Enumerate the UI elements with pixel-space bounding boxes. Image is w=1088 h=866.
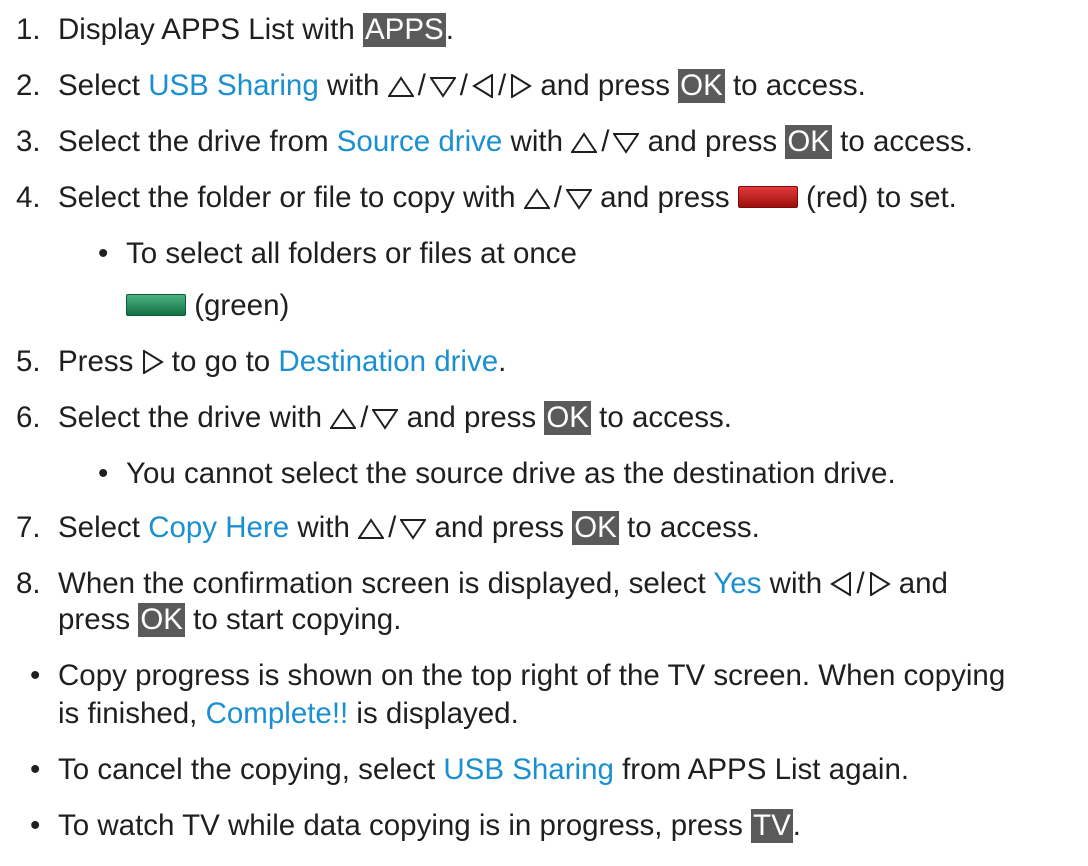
step-text: to access. — [724, 69, 866, 102]
up-arrow-icon — [358, 518, 385, 539]
step-text: with — [289, 511, 359, 544]
separator: / — [388, 511, 397, 544]
subitem-text: You cannot select the source drive as th… — [126, 457, 896, 490]
step-text: with — [318, 69, 388, 102]
right-arrow-icon — [869, 572, 891, 596]
separator: / — [553, 181, 562, 214]
step-text: and press — [426, 511, 573, 544]
complete-link: Complete!! — [205, 697, 349, 730]
note-text: To cancel the copying, select — [58, 753, 444, 786]
step-number: 6. — [16, 401, 41, 434]
step-text: Select — [58, 69, 149, 102]
destination-drive-link: Destination drive — [278, 345, 499, 378]
source-drive-link: Source drive — [336, 125, 503, 158]
usb-sharing-link: USB Sharing — [443, 753, 614, 786]
manual-page: 1. Display APPS List with APPS. 2. Selec… — [0, 0, 1088, 866]
note-text: Copy progress is shown on the top right … — [58, 659, 1006, 692]
step-text: Select the folder or file to copy with — [58, 181, 524, 214]
down-arrow-icon — [400, 519, 427, 540]
up-arrow-icon — [523, 188, 550, 209]
bullet: • — [30, 753, 41, 786]
step-text: Select the drive from — [58, 125, 337, 158]
step-text: with — [502, 125, 572, 158]
ok-key: OK — [544, 401, 591, 435]
down-arrow-icon — [372, 409, 399, 430]
up-arrow-icon — [571, 132, 598, 153]
step-text: to access. — [590, 401, 732, 434]
green-button-icon — [126, 294, 186, 316]
step-text: Press — [58, 345, 142, 378]
apps-key: APPS — [362, 13, 446, 47]
green-label: (green) — [186, 289, 290, 322]
note-text: To watch TV while data copying is in pro… — [58, 809, 752, 842]
step-text: and press — [591, 181, 738, 214]
separator: / — [360, 401, 369, 434]
step-text: and press — [398, 401, 545, 434]
ok-key: OK — [678, 69, 725, 103]
separator: / — [459, 69, 468, 102]
step-text-end: . — [445, 13, 454, 46]
down-arrow-icon — [429, 77, 456, 98]
step-text: to start copying. — [184, 603, 402, 636]
bullet: • — [98, 457, 109, 490]
step-number: 5. — [16, 345, 41, 378]
note-text: is finished, — [58, 697, 206, 730]
ok-key: OK — [138, 603, 185, 637]
subitem-text: To select all folders or files at once — [126, 237, 577, 270]
step-number: 7. — [16, 511, 41, 544]
step-number: 3. — [16, 125, 41, 158]
step-text: press — [58, 603, 139, 636]
red-button-icon — [737, 186, 798, 208]
note-text: from APPS List again. — [613, 753, 910, 786]
step-number: 2. — [16, 69, 41, 102]
note-text: . — [792, 809, 801, 842]
bullet: • — [30, 809, 41, 842]
step-number: 8. — [16, 567, 41, 600]
tv-key: TV — [751, 809, 793, 843]
note-text: is displayed. — [348, 697, 519, 730]
bullet: • — [30, 659, 41, 692]
ok-key: OK — [572, 511, 619, 545]
up-arrow-icon — [387, 76, 414, 97]
step-text: Select — [58, 511, 149, 544]
separator: / — [498, 69, 507, 102]
up-arrow-icon — [330, 408, 357, 429]
step-text: Display APPS List with — [58, 13, 363, 46]
left-arrow-icon — [472, 74, 493, 98]
step-number: 1. — [16, 13, 41, 46]
step-text: (red) to set. — [797, 181, 957, 214]
step-text: Select the drive with — [58, 401, 331, 434]
step-text: to access. — [618, 511, 760, 544]
copy-here-link: Copy Here — [148, 511, 290, 544]
down-arrow-icon — [565, 189, 592, 210]
yes-link: Yes — [713, 567, 762, 600]
separator: / — [856, 567, 865, 600]
usb-sharing-link: USB Sharing — [148, 69, 319, 102]
step-number: 4. — [16, 181, 41, 214]
step-text: When the confirmation screen is displaye… — [58, 567, 714, 600]
bullet: • — [98, 237, 109, 270]
separator: / — [601, 125, 610, 158]
step-text: . — [498, 345, 507, 378]
down-arrow-icon — [613, 133, 640, 154]
ok-key: OK — [785, 125, 832, 159]
right-arrow-icon — [511, 74, 533, 98]
left-arrow-icon — [830, 572, 852, 596]
step-text: to access. — [831, 125, 973, 158]
step-text: and press — [532, 69, 679, 102]
step-text: and press — [639, 125, 786, 158]
step-text: to go to — [163, 345, 279, 378]
step-text: with — [761, 567, 831, 600]
right-arrow-icon — [142, 350, 164, 374]
step-text: and — [890, 567, 948, 600]
separator: / — [417, 69, 426, 102]
